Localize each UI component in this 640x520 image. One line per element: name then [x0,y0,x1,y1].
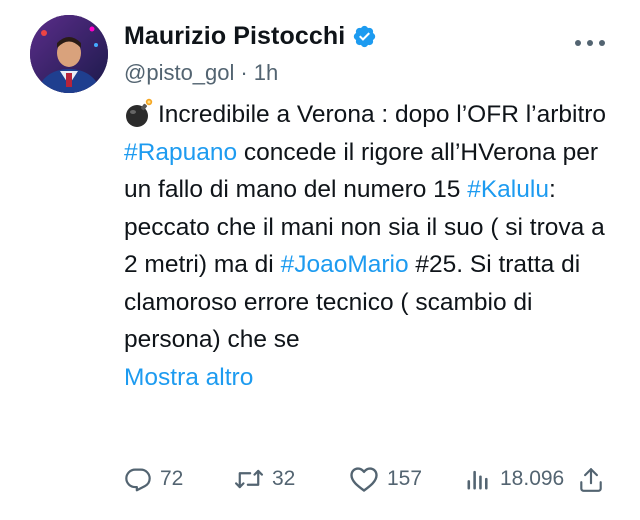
reply-icon [124,465,152,493]
heart-icon [349,465,379,493]
repost-button[interactable]: 32 [234,462,295,496]
like-button[interactable]: 157 [349,462,422,496]
share-icon[interactable] [578,466,604,499]
tweet-text: Incredibile a Verona : dopo l’OFR l’arbi… [124,96,614,396]
tweet-header: Maurizio Pistocchi @pisto_gol · 1h [124,20,620,88]
avatar[interactable] [30,15,108,93]
views-count: 18.096 [500,467,565,490]
views-button[interactable]: 18.096 [464,462,564,496]
author-display-name[interactable]: Maurizio Pistocchi [124,22,345,51]
tweet-timestamp[interactable]: 1h [254,60,278,86]
name-row: Maurizio Pistocchi [124,20,620,52]
hashtag-link[interactable]: #Rapuano [124,139,237,166]
meta-separator: · [240,60,248,85]
tweet-text-segment: Incredibile a Verona : dopo l’OFR l’arbi… [158,101,607,128]
reply-count: 72 [160,467,184,490]
bomb-emoji-icon [124,98,154,128]
views-chart-icon [464,465,492,493]
like-count: 157 [387,467,423,490]
meta-row: @pisto_gol · 1h [124,58,620,88]
hashtag-link[interactable]: #Kalulu [467,176,549,203]
repost-count: 32 [272,467,296,490]
verified-badge-icon [352,24,377,49]
reply-button[interactable]: 72 [124,462,183,496]
action-bar: 72 32 157 18.096 [124,462,614,496]
author-handle[interactable]: @pisto_gol [124,60,234,86]
repost-icon [234,465,264,493]
hashtag-link[interactable]: #JoaoMario [281,251,409,278]
show-more-link[interactable]: Mostra altro [124,364,253,391]
more-dots-icon[interactable] [574,34,606,46]
